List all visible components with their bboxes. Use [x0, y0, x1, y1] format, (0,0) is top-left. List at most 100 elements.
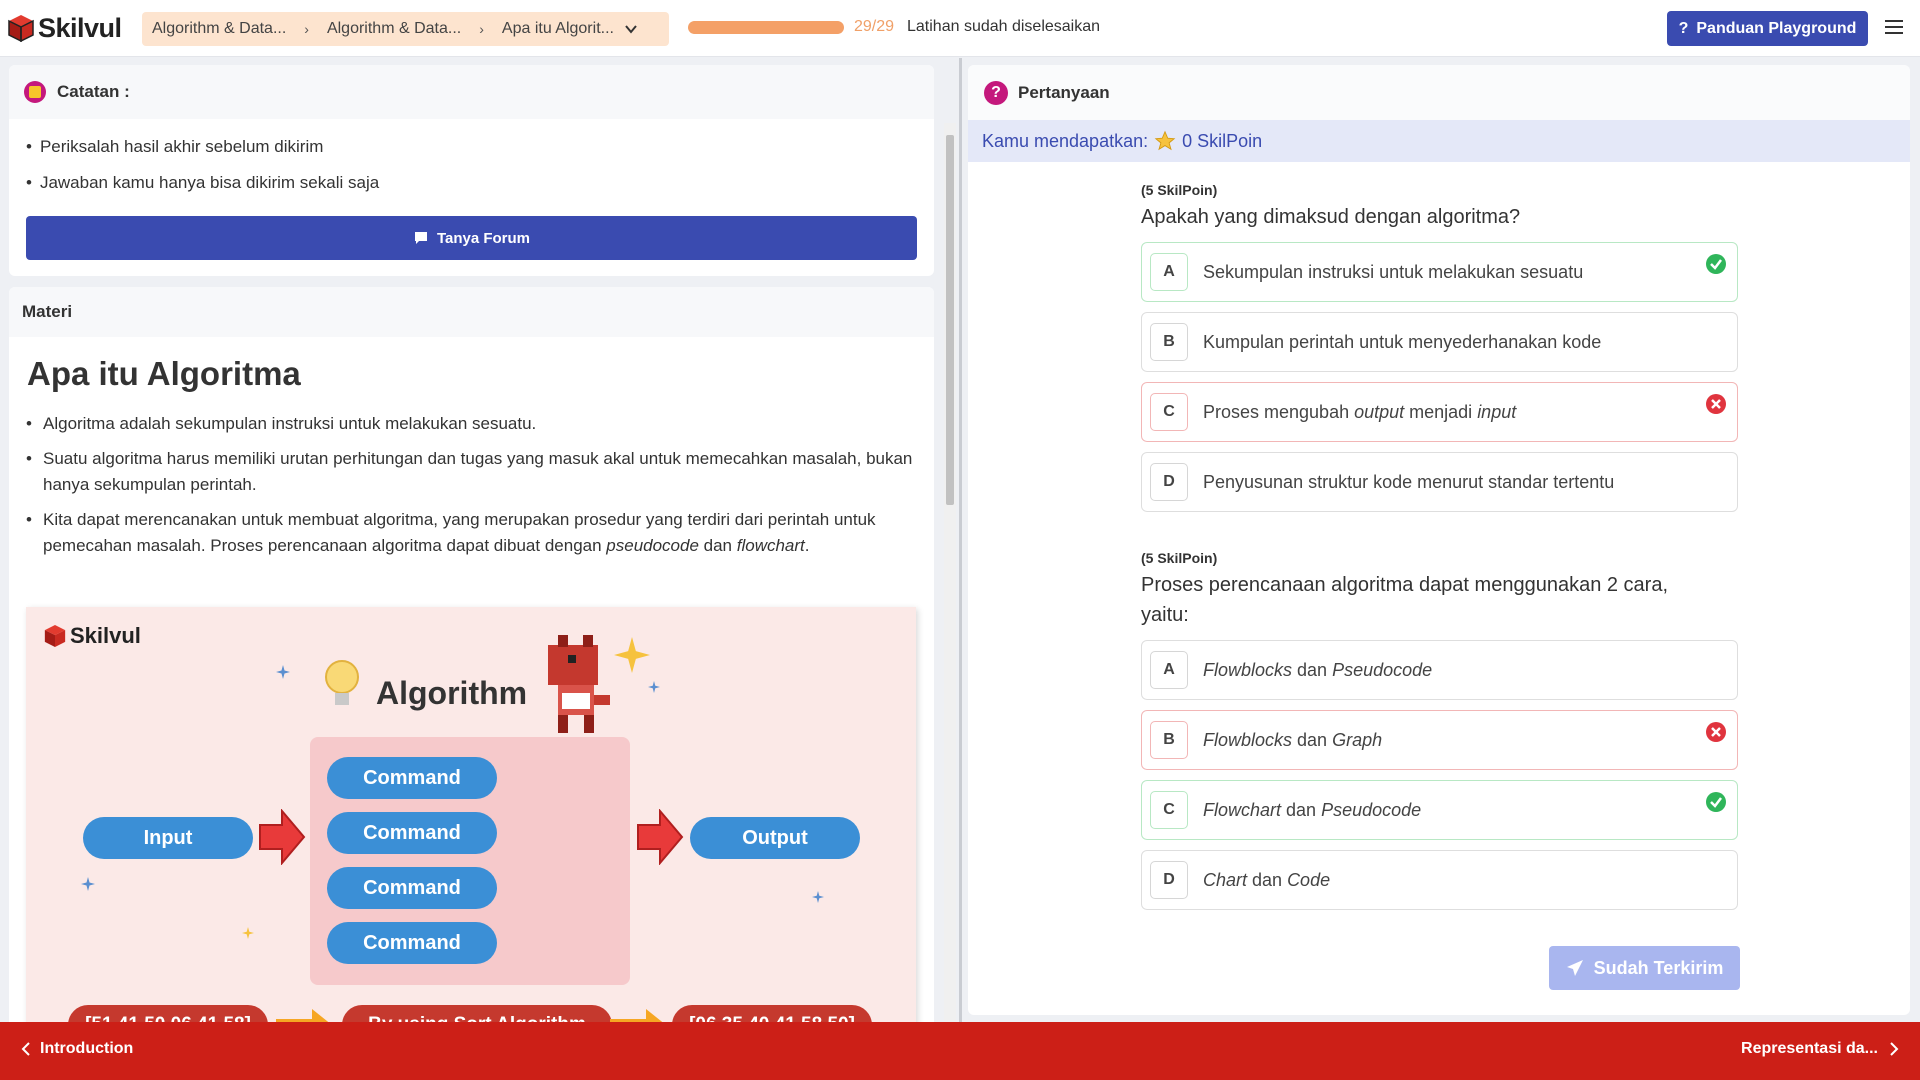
dragon-mascot-icon: [548, 635, 610, 733]
left-pane: Catatan : Periksalah hasil akhir sebelum…: [0, 58, 960, 1022]
question-points: (5 SkilPoin): [1141, 182, 1218, 198]
notes-card-header: Catatan :: [9, 65, 934, 119]
question-text: Apakah yang dimaksud dengan algoritma?: [1141, 206, 1521, 228]
prev-lesson-label: Introduction: [40, 1040, 134, 1057]
progress-label: Latihan sudah diselesaikan: [907, 18, 1101, 35]
material-card: Materi Apa itu Algoritma Algoritma adala…: [9, 287, 934, 1022]
material-bullet: Algoritma adalah sekumpulan instruksi un…: [26, 411, 914, 437]
option-letter: A: [1150, 253, 1188, 291]
answer-option[interactable]: D Chart dan Code: [1141, 850, 1738, 910]
scrollbar-thumb[interactable]: [946, 135, 954, 505]
output-pill: Output: [690, 817, 860, 859]
sparkle-icon: [276, 665, 290, 679]
option-letter: B: [1150, 721, 1188, 759]
option-letter: C: [1150, 791, 1188, 829]
questions-title: Pertanyaan: [1018, 82, 1110, 102]
earned-label: Kamu mendapatkan:: [982, 130, 1149, 151]
guide-button-label: Panduan Playground: [1696, 19, 1857, 37]
notes-title: Catatan :: [57, 82, 130, 101]
material-bullets: Algoritma adalah sekumpulan instruksi un…: [9, 393, 934, 559]
sparkle-icon: [648, 681, 660, 693]
top-header: Skilvul Algorithm & Data... › Algorithm …: [0, 0, 1920, 57]
command-pill: Command: [327, 867, 497, 909]
option-text: Kumpulan perintah untuk menyederhanakan …: [1203, 331, 1602, 352]
questions-header: ? Pertanyaan: [968, 65, 1910, 120]
progress-fill: [688, 21, 844, 34]
material-bullet: Kita dapat merencanakan untuk membuat al…: [26, 507, 914, 559]
option-text: Chart dan Code: [1203, 869, 1331, 890]
question-1: (5 SkilPoin) Apakah yang dimaksud dengan…: [1141, 182, 1741, 512]
notes-list: Periksalah hasil akhir sebelum dikirim J…: [9, 119, 934, 193]
arrow-right-icon: [637, 809, 684, 865]
chevron-down-icon[interactable]: [624, 22, 638, 36]
x-circle-icon: [1706, 394, 1726, 414]
arrow-right-icon: [276, 1009, 329, 1022]
skilvul-cube-icon: [8, 15, 34, 42]
sparkle-icon: [81, 877, 95, 891]
illustration-logo: Skilvul: [44, 623, 141, 649]
paper-plane-icon: [1566, 960, 1583, 976]
breadcrumb-item-lesson[interactable]: Apa itu Algorit...: [502, 20, 614, 38]
star-icon: [1154, 130, 1176, 151]
left-pane-scrollbar[interactable]: [944, 123, 956, 1022]
skilvul-logo[interactable]: Skilvul: [8, 10, 122, 46]
logo-text: Skilvul: [38, 12, 122, 43]
option-letter: D: [1150, 463, 1188, 501]
notes-card: Catatan : Periksalah hasil akhir sebelum…: [9, 65, 934, 276]
material-title: Apa itu Algoritma: [27, 355, 301, 392]
prev-lesson-link[interactable]: Introduction: [20, 1040, 133, 1058]
option-text: Sekumpulan instruksi untuk melakukan ses…: [1203, 261, 1584, 282]
answer-option[interactable]: C Proses mengubah output menjadi input: [1141, 382, 1738, 442]
star-sparkle-icon: [614, 637, 650, 673]
answer-option[interactable]: A Sekumpulan instruksi untuk melakukan s…: [1141, 242, 1738, 302]
note-icon: [24, 81, 46, 103]
question-2: (5 SkilPoin) Proses perencanaan algoritm…: [1141, 550, 1741, 910]
pane-resize-handle[interactable]: [959, 58, 962, 1022]
answer-option[interactable]: D Penyusunan struktur kode menurut stand…: [1141, 452, 1738, 512]
lightbulb-icon: [325, 660, 359, 705]
material-bullet: Suatu algoritma harus memiliki urutan pe…: [26, 446, 914, 498]
x-circle-icon: [1706, 722, 1726, 742]
unsorted-array-pill: [51 41 50 06 41 58]: [68, 1005, 268, 1022]
chevron-right-icon: ›: [304, 21, 309, 37]
chevron-right-icon: ›: [479, 21, 484, 37]
breadcrumb-item-course[interactable]: Algorithm & Data...: [152, 20, 286, 38]
chevron-right-icon: [1890, 1042, 1899, 1056]
breadcrumb[interactable]: Algorithm & Data... › Algorithm & Data..…: [142, 12, 669, 46]
question-mark-icon: ?: [1678, 19, 1689, 37]
option-letter: C: [1150, 393, 1188, 431]
ask-forum-button[interactable]: Tanya Forum: [26, 216, 917, 260]
next-lesson-link[interactable]: Representasi da...: [1741, 1040, 1900, 1058]
chat-bubble-icon: [414, 232, 427, 244]
option-letter: A: [1150, 651, 1188, 689]
note-item: Jawaban kamu hanya bisa dikirim sekali s…: [26, 173, 934, 193]
arrow-right-icon: [610, 1009, 663, 1022]
option-letter: B: [1150, 323, 1188, 361]
skilvul-cube-icon: [44, 625, 66, 647]
progress-count: 29/29: [854, 18, 895, 35]
questions-panel: ? Pertanyaan Kamu mendapatkan: 0 SkilPoi…: [968, 65, 1910, 1015]
playground-guide-button[interactable]: ? Panduan Playground: [1667, 11, 1868, 46]
arrow-right-icon: [259, 809, 306, 865]
material-header: Materi: [9, 287, 934, 337]
answer-option[interactable]: C Flowchart dan Pseudocode: [1141, 780, 1738, 840]
lesson-nav-footer: Introduction Representasi da...: [0, 1022, 1920, 1080]
answer-option[interactable]: A Flowblocks dan Pseudocode: [1141, 640, 1738, 700]
exercise-progress-bar: [688, 21, 844, 34]
sparkle-icon: [242, 927, 254, 939]
input-pill: Input: [83, 817, 253, 859]
hamburger-menu-icon[interactable]: [1885, 18, 1903, 36]
option-text: Flowblocks dan Graph: [1203, 729, 1383, 750]
algorithm-illustration: Skilvul Algorithm Input Command Command …: [26, 607, 916, 1022]
option-letter: D: [1150, 861, 1188, 899]
question-circle-icon: ?: [984, 80, 1008, 105]
submitted-button[interactable]: Sudah Terkirim: [1549, 946, 1740, 990]
option-text: Flowchart dan Pseudocode: [1203, 799, 1422, 820]
option-text: Penyusunan struktur kode menurut standar…: [1203, 471, 1615, 492]
breadcrumb-item-module[interactable]: Algorithm & Data...: [327, 20, 461, 38]
note-item: Periksalah hasil akhir sebelum dikirim: [26, 137, 934, 157]
forum-button-label: Tanya Forum: [436, 229, 531, 247]
command-pill: Command: [327, 922, 497, 964]
answer-option[interactable]: B Flowblocks dan Graph: [1141, 710, 1738, 770]
answer-option[interactable]: B Kumpulan perintah untuk menyederhanaka…: [1141, 312, 1738, 372]
